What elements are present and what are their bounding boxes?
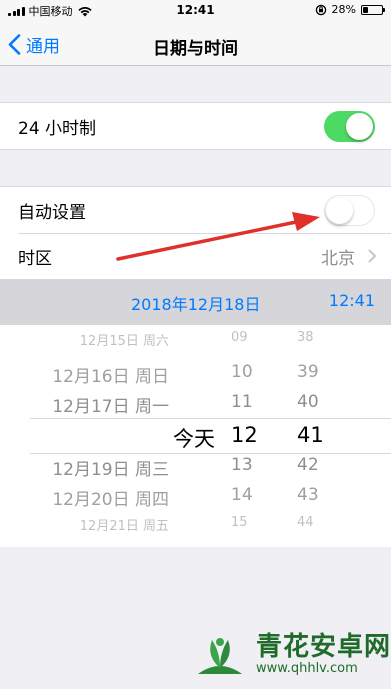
- datetime-picker[interactable]: 12月15日 周六 09 38 12月16日 周日 10 39 12月17日 周一 11 40 今…: [0, 325, 391, 547]
- picker-date: 12月15日 周六: [79, 334, 169, 349]
- picker-hour: 10: [231, 362, 253, 382]
- timezone-row[interactable]: 时区 北京: [0, 233, 391, 279]
- picker-minute: 39: [297, 362, 319, 382]
- status-bar: 中国移动 12:41 28%: [0, 0, 391, 22]
- picker-hour: 14: [231, 485, 253, 505]
- timezone-label: 时区: [18, 248, 52, 269]
- switch-knob: [326, 196, 353, 224]
- watermark-title: 青花安卓网: [256, 632, 391, 662]
- hour24-label: 24 小时制: [18, 118, 97, 139]
- picker-minute: 44: [297, 515, 314, 530]
- watermark-logo-icon: [198, 638, 242, 674]
- picker-date: 今天: [173, 427, 215, 451]
- picker-date: 12月17日 周一: [52, 397, 169, 417]
- watermark-url: www.qhhlv.com: [256, 661, 358, 676]
- navigation-bar: 通用 日期与时间: [0, 22, 391, 66]
- watermark: 青花安卓网 www.qhhlv.com: [190, 630, 391, 680]
- picker-date: 12月19日 周三: [52, 460, 169, 480]
- picker-date: 12月20日 周四: [52, 490, 169, 510]
- watermark-text: 青花安卓网 www.qhhlv.com: [256, 633, 391, 677]
- auto-set-row: 自动设置: [0, 186, 391, 233]
- hour24-switch[interactable]: [324, 110, 375, 142]
- battery-icon: [361, 4, 385, 15]
- hour24-row: 24 小时制: [0, 102, 391, 150]
- picker-hour: 13: [231, 455, 253, 475]
- page-title: 日期与时间: [153, 39, 238, 59]
- selected-datetime-row[interactable]: 2018年12月18日 12:41: [0, 279, 391, 325]
- auto-set-label: 自动设置: [18, 202, 86, 223]
- picker-hour: 12: [231, 423, 258, 447]
- status-right: 28%: [315, 3, 385, 16]
- picker-hour: 09: [231, 330, 248, 345]
- chevron-right-icon: [368, 249, 376, 263]
- picker-minute: 40: [297, 392, 319, 412]
- auto-set-switch[interactable]: [324, 194, 375, 226]
- picker-hour: 11: [231, 392, 253, 412]
- picker-date: 12月16日 周日: [52, 367, 169, 387]
- orientation-lock-icon: [315, 4, 326, 15]
- selected-date: 2018年12月18日: [131, 295, 261, 314]
- picker-minute: 42: [297, 455, 319, 475]
- switch-knob: [346, 112, 373, 140]
- picker-hour: 15: [231, 515, 248, 530]
- battery-percent: 28%: [331, 3, 356, 16]
- picker-minute: 41: [297, 423, 324, 447]
- picker-date: 12月21日 周五: [79, 519, 169, 534]
- picker-minute: 43: [297, 485, 319, 505]
- separator: [18, 233, 391, 234]
- timezone-value: 北京: [321, 248, 355, 269]
- selected-time: 12:41: [328, 291, 375, 310]
- picker-minute: 38: [297, 330, 314, 345]
- battery-level: [363, 6, 369, 13]
